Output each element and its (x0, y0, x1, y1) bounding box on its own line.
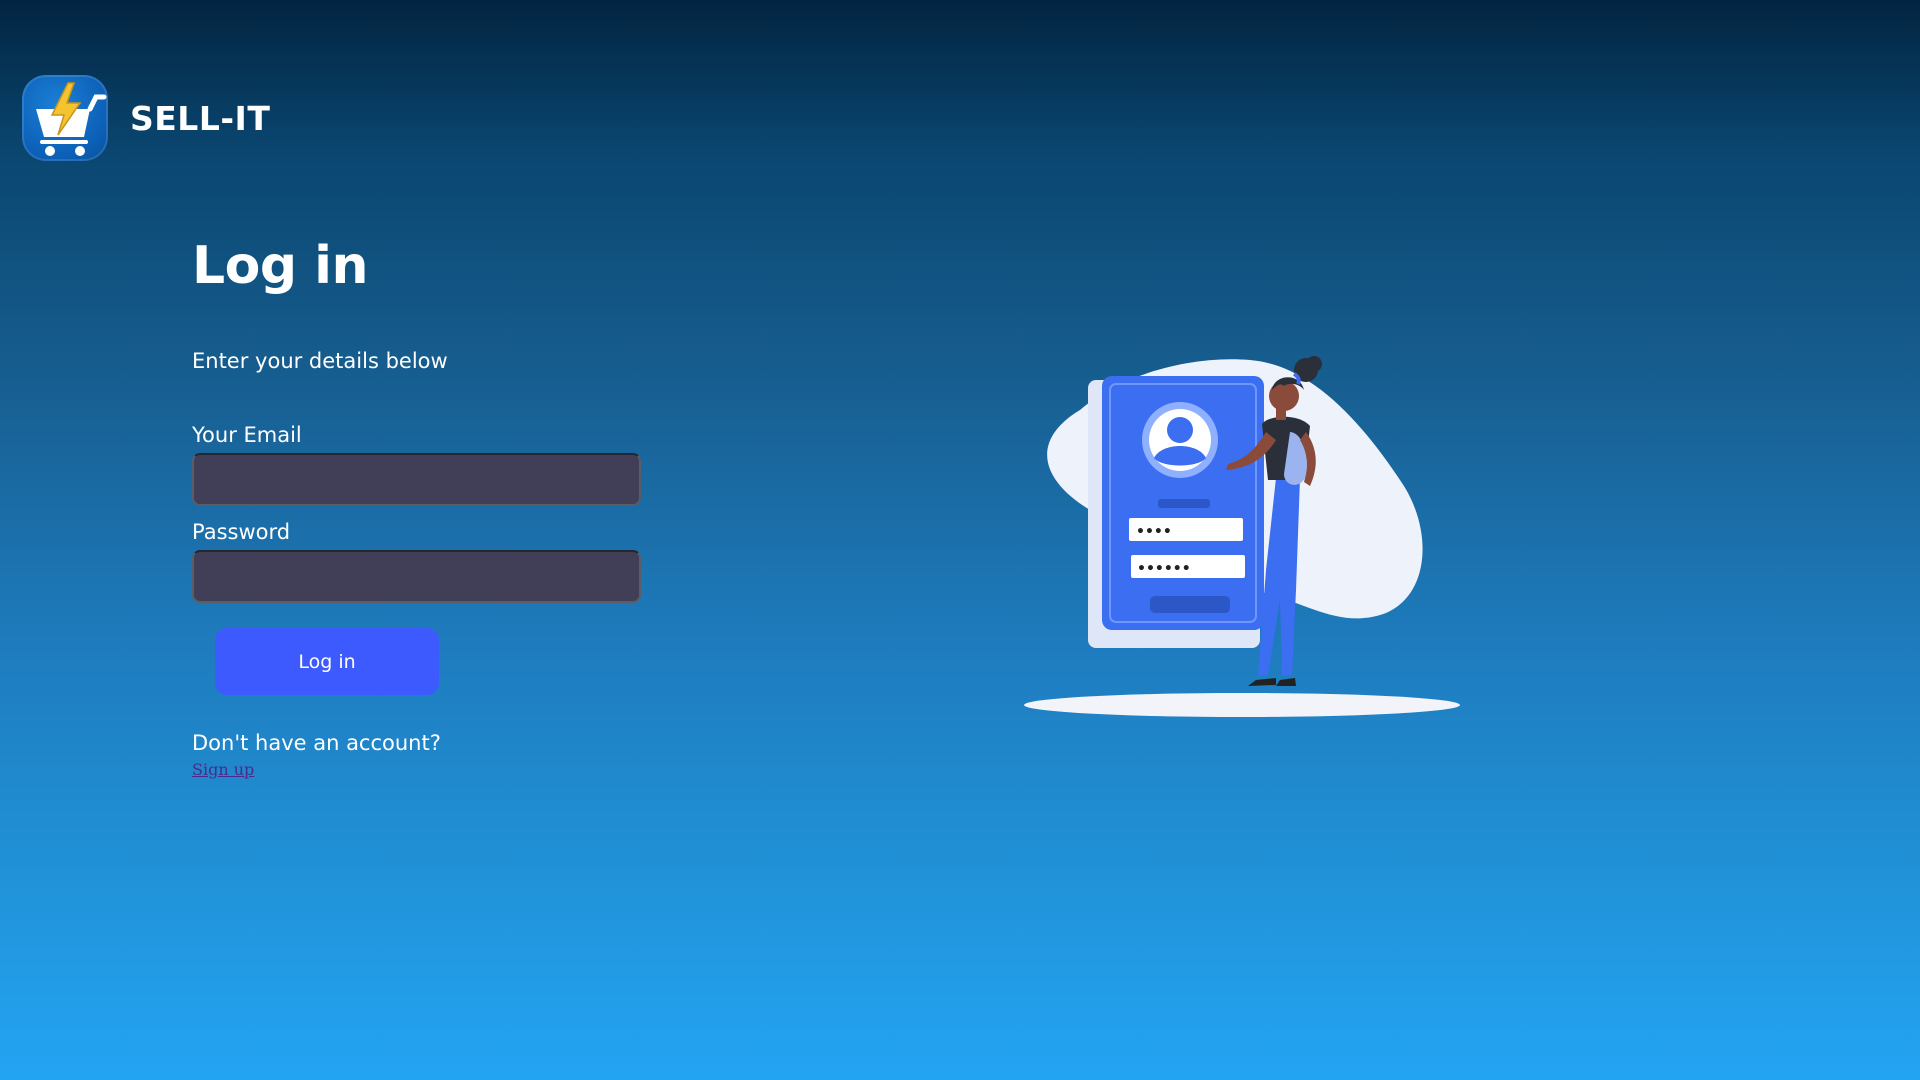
login-illustration-icon: •••• •••••• (1000, 340, 1480, 730)
email-label: Your Email (192, 423, 302, 447)
masked-field-1: •••• (1136, 524, 1172, 540)
email-field[interactable] (192, 453, 641, 506)
masked-field-2: •••••• (1137, 561, 1191, 577)
password-field[interactable] (192, 550, 641, 603)
brand-name: SELL-IT (130, 98, 271, 138)
brand: SELL-IT (22, 75, 270, 161)
cart-lightning-logo-icon (22, 75, 108, 161)
password-label: Password (192, 520, 291, 544)
page-title: Log in (192, 236, 369, 296)
no-account-text: Don't have an account? (192, 731, 441, 755)
login-button[interactable]: Log in (215, 628, 439, 695)
signup-link[interactable]: Sign up (192, 760, 254, 779)
login-subtitle: Enter your details below (192, 349, 448, 373)
